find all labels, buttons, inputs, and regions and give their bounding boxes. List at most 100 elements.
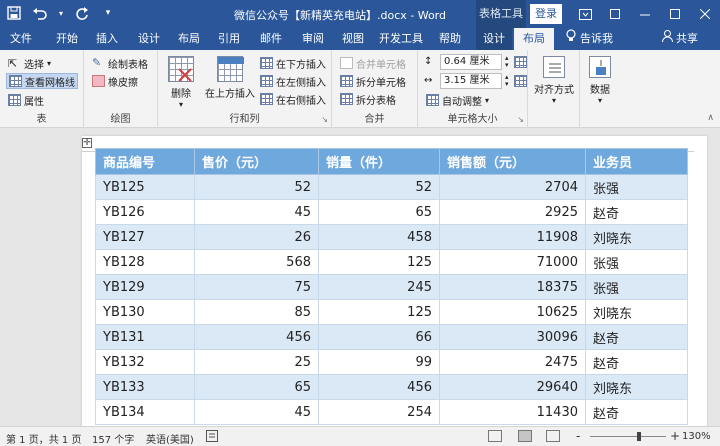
redo-icon[interactable] [74,5,90,21]
zoom-level[interactable]: 130% [682,431,711,442]
table-cell[interactable]: 张强 [585,249,688,275]
row-height-field[interactable]: ↕ 0.64 厘米 ▴ ▾ [424,54,527,70]
table-cell[interactable]: 张强 [585,274,688,300]
print-layout-icon[interactable] [518,430,532,442]
table-cell[interactable]: YB133 [95,374,195,400]
table-cell[interactable]: YB128 [95,249,195,275]
zoom-out-button[interactable]: - [576,429,580,443]
tell-me-box[interactable]: 告诉我 [564,28,626,50]
table-cell[interactable]: 刘晓东 [585,224,688,250]
column-width-field[interactable]: ↔ 3.15 厘米 ▴ ▾ [424,73,527,89]
view-gridlines-button[interactable]: 查看网格线 [6,73,78,89]
dialog-launcher-icon[interactable]: ↘ [321,115,328,124]
ribbon-collapse-icon[interactable] [600,0,630,28]
tab-developer[interactable]: 开发工具 [378,28,424,50]
table-cell[interactable]: YB130 [95,299,195,325]
table-cell[interactable]: 刘晓东 [585,374,688,400]
table-cell[interactable]: 65 [194,374,319,400]
tab-table-layout[interactable]: 布局 [514,28,554,50]
distribute-rows-icon[interactable] [513,56,527,68]
read-mode-icon[interactable] [488,430,502,442]
tab-review[interactable]: 审阅 [296,28,330,50]
data-button[interactable]: 数据 ▾ [582,56,618,105]
page-count[interactable]: 第 1 页，共 1 页 [6,431,81,446]
header-cell[interactable]: 销售额（元） [439,148,586,175]
draw-table-button[interactable]: ✎ 绘制表格 [92,55,148,71]
table-cell[interactable]: 45 [194,199,319,225]
data-table[interactable]: 商品编号 售价（元） 销量（件） 销售额（元） 业务员 YB125 52 52 … [95,148,688,425]
table-cell[interactable]: YB126 [95,199,195,225]
column-width-input[interactable]: 3.15 厘米 [440,73,502,89]
tab-mailings[interactable]: 邮件 [254,28,288,50]
spinner-icon[interactable]: ▴ ▾ [505,74,509,88]
tab-view[interactable]: 视图 [336,28,370,50]
table-cell[interactable]: 52 [318,174,440,200]
maximize-icon[interactable] [660,0,690,28]
table-cell[interactable]: YB132 [95,349,195,375]
header-cell[interactable]: 售价（元） [194,148,319,175]
table-cell[interactable]: YB125 [95,174,195,200]
table-cell[interactable]: 25 [194,349,319,375]
table-cell[interactable]: 456 [318,374,440,400]
table-cell[interactable]: 458 [318,224,440,250]
table-cell[interactable]: YB129 [95,274,195,300]
zoom-slider[interactable] [590,432,666,441]
tab-help[interactable]: 帮助 [432,28,468,50]
table-cell[interactable]: 30096 [439,324,586,350]
tab-home[interactable]: 开始 [50,28,84,50]
table-cell[interactable]: 2475 [439,349,586,375]
zoom-slider-thumb[interactable] [637,432,642,441]
table-cell[interactable]: 125 [318,299,440,325]
table-cell[interactable]: 10625 [439,299,586,325]
table-cell[interactable]: 66 [318,324,440,350]
web-layout-icon[interactable] [546,430,560,442]
split-table-button[interactable]: 拆分表格 [340,91,396,107]
tab-references[interactable]: 引用 [212,28,246,50]
language-indicator[interactable]: 英语(美国) [146,431,194,446]
table-cell[interactable]: 18375 [439,274,586,300]
table-cell[interactable]: 65 [318,199,440,225]
table-cell[interactable]: 26 [194,224,319,250]
table-cell[interactable]: 张强 [585,174,688,200]
zoom-in-button[interactable]: + [670,429,680,443]
insert-right-button[interactable]: 在右侧插入 [260,91,326,107]
row-height-input[interactable]: 0.64 厘米 [440,54,502,70]
dialog-launcher-icon[interactable]: ↘ [517,115,524,124]
table-cell[interactable]: 568 [194,249,319,275]
table-cell[interactable]: 125 [318,249,440,275]
table-cell[interactable]: 254 [318,399,440,425]
table-cell[interactable]: 2704 [439,174,586,200]
word-count[interactable]: 157 个字 [92,431,134,446]
spinner-icon[interactable]: ▴ ▾ [505,55,509,69]
minimize-icon[interactable] [630,0,660,28]
table-cell[interactable]: 456 [194,324,319,350]
insert-left-button[interactable]: 在左侧插入 [260,73,326,89]
eraser-button[interactable]: 橡皮擦 [92,73,138,89]
collapse-ribbon-icon[interactable]: ∧ [707,113,714,123]
tab-design[interactable]: 设计 [132,28,166,50]
login-button[interactable]: 登录 [530,4,562,24]
table-cell[interactable]: 赵奇 [585,324,688,350]
header-cell[interactable]: 销量（件） [318,148,440,175]
properties-button[interactable]: 属性 [8,92,44,108]
table-cell[interactable]: 赵奇 [585,399,688,425]
table-cell[interactable]: 85 [194,299,319,325]
macro-icon[interactable] [206,430,218,445]
header-cell[interactable]: 商品编号 [95,148,195,175]
table-cell[interactable]: 45 [194,399,319,425]
close-icon[interactable] [690,0,720,28]
merge-cells-button[interactable]: 合并单元格 [340,55,406,71]
table-cell[interactable]: 29640 [439,374,586,400]
undo-dropdown-icon[interactable]: ▾ [58,5,64,21]
customize-icon[interactable]: ▾ [100,5,116,21]
table-cell[interactable]: 52 [194,174,319,200]
table-cell[interactable]: 赵奇 [585,349,688,375]
table-cell[interactable]: 71000 [439,249,586,275]
save-icon[interactable] [6,5,22,21]
table-cell[interactable]: 11430 [439,399,586,425]
select-button[interactable]: ⇱ 选择 ▾ [8,55,51,71]
tab-table-design[interactable]: 设计 [476,28,512,50]
delete-button[interactable]: 删除 ▾ [164,56,198,109]
insert-above-button[interactable]: 在上方插入 [202,56,258,100]
table-move-handle-icon[interactable]: ✛ [82,138,92,148]
